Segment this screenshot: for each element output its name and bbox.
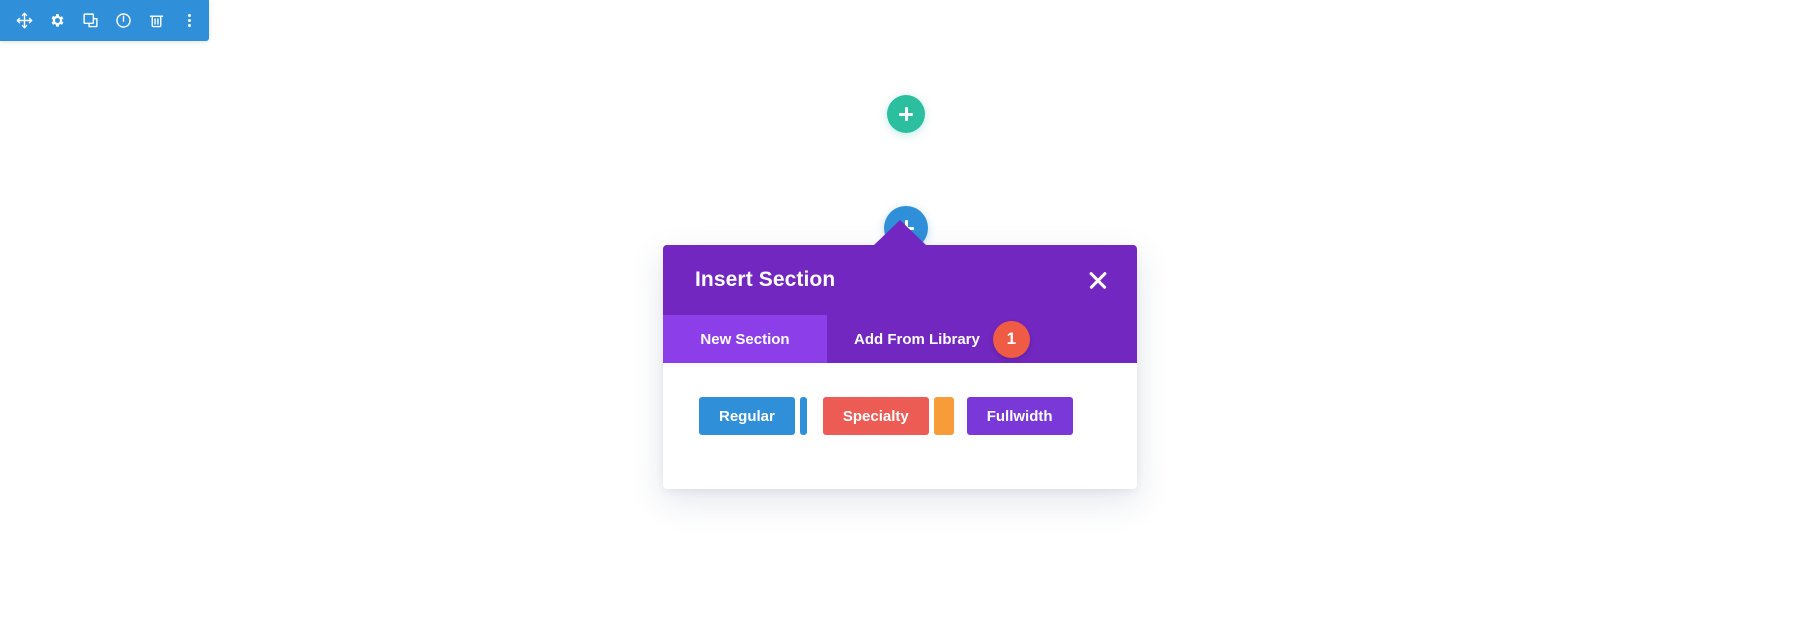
section-type-row: Regular Specialty Fullwidth [699, 397, 1101, 435]
admin-toolbar [0, 0, 209, 41]
fullwidth-section-label: Fullwidth [986, 407, 1053, 425]
modal-header: Insert Section [663, 245, 1137, 315]
duplicate-icon[interactable] [74, 0, 107, 41]
move-icon[interactable] [8, 0, 41, 41]
specialty-accent-strip[interactable] [933, 397, 954, 435]
modal-body: Regular Specialty Fullwidth [663, 363, 1137, 489]
fullwidth-section-button[interactable]: Fullwidth [966, 397, 1073, 435]
regular-accent-strip[interactable] [799, 397, 807, 435]
tab-new-section[interactable]: New Section [663, 315, 827, 363]
modal-pointer-triangle [873, 220, 927, 246]
regular-section-button[interactable]: Regular [699, 397, 795, 435]
more-options-icon[interactable] [173, 0, 206, 41]
specialty-section-button[interactable]: Specialty [822, 397, 929, 435]
tab-new-section-label: New Section [700, 330, 790, 348]
close-icon[interactable] [1085, 267, 1111, 293]
status-badge: 1 [992, 320, 1030, 358]
trash-icon[interactable] [140, 0, 173, 41]
gear-icon[interactable] [41, 0, 74, 41]
insert-section-modal: Insert Section New Section Add From Libr… [663, 220, 1137, 489]
tab-add-from-library[interactable]: Add From Library 1 [827, 315, 1137, 363]
specialty-section-label: Specialty [842, 407, 909, 425]
tab-add-from-library-label: Add From Library [854, 330, 980, 348]
regular-section-label: Regular [719, 407, 775, 425]
power-icon[interactable] [107, 0, 140, 41]
page-title: Insert Section [695, 268, 836, 291]
plus-icon [899, 107, 913, 121]
add-row-plus-button[interactable] [887, 95, 925, 133]
modal-tabs: New Section Add From Library 1 [663, 315, 1137, 363]
